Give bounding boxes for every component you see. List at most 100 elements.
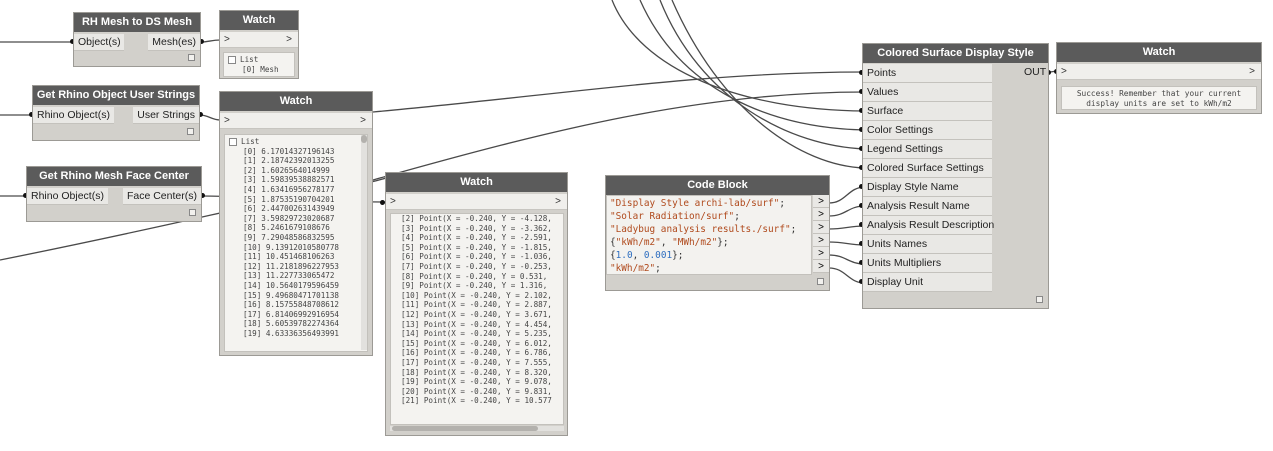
- output-arrow[interactable]: >: [286, 32, 292, 47]
- node-code-block[interactable]: Code Block "Display Style archi-lab/surf…: [605, 175, 830, 291]
- resize-handle[interactable]: [1036, 296, 1043, 303]
- node-get-rhino-object-user-strings[interactable]: Get Rhino Object User Strings Rhino Obje…: [32, 85, 200, 141]
- code-token: ;: [790, 224, 797, 235]
- resize-handle[interactable]: [188, 54, 195, 61]
- node-title[interactable]: Watch: [386, 173, 567, 192]
- code-token: ,: [632, 250, 644, 261]
- list-item: [14] 10.5640179596459: [243, 280, 340, 290]
- input-port-units-names[interactable]: Units Names: [863, 235, 992, 254]
- node-title[interactable]: RH Mesh to DS Mesh: [74, 13, 200, 32]
- output-port-user-strings[interactable]: User Strings: [133, 107, 199, 124]
- node-title[interactable]: Code Block: [606, 176, 829, 195]
- watch-output-panel: List [0] 6.17014327196143 [1] 2.187423920…: [224, 134, 368, 352]
- node-watch-face-centers[interactable]: Watch > > [2] Point(X = -0.240, Y = -4.1…: [385, 172, 568, 436]
- watch-port-bar: > >: [220, 113, 372, 129]
- node-title[interactable]: Watch: [220, 11, 298, 30]
- code-token: ,: [660, 237, 673, 248]
- list-item: [3] 1.59839538882571: [243, 175, 335, 185]
- node-title[interactable]: Colored Surface Display Style: [863, 44, 1048, 63]
- input-port-surface[interactable]: Surface: [863, 102, 992, 121]
- input-port-display-style-name[interactable]: Display Style Name: [863, 178, 992, 197]
- list-item: [15] Point(X = -0.240, Y = 6.012,: [401, 338, 552, 348]
- scrollbar-thumb[interactable]: [361, 135, 367, 143]
- input-port-analysis-result-description[interactable]: Analysis Result Description: [863, 216, 994, 235]
- output-port-meshes[interactable]: Mesh(es): [148, 34, 200, 51]
- output-port-face-centers[interactable]: Face Center(s): [122, 188, 201, 205]
- list-item: [19] 4.63336356493991: [243, 328, 340, 338]
- node-title[interactable]: Watch: [1057, 43, 1261, 62]
- code-line: {"kWh/m2", "MWh/m2"};: [607, 236, 811, 249]
- list-item: [1] 2.18742392013255: [243, 156, 335, 166]
- watch-output-panel: Success! Remember that your current disp…: [1061, 86, 1257, 110]
- code-output-port[interactable]: >: [813, 260, 829, 273]
- code-token: "Display Style archi-lab/surf": [610, 198, 780, 209]
- node-title[interactable]: Watch: [220, 92, 372, 111]
- list-item: [9] Point(X = -0.240, Y = 1.316,: [401, 281, 548, 291]
- resize-handle[interactable]: [817, 278, 824, 285]
- vertical-scrollbar[interactable]: [361, 135, 367, 350]
- list-item: [10] Point(X = -0.240, Y = 2.102,: [401, 290, 552, 300]
- input-arrow[interactable]: >: [1061, 64, 1067, 79]
- list-item: [2] Point(X = -0.240, Y = -4.128,: [401, 214, 552, 223]
- node-colored-surface-display-style[interactable]: Colored Surface Display Style Points Valu…: [862, 43, 1049, 309]
- input-port-values[interactable]: Values: [863, 83, 992, 102]
- input-port-units-multipliers[interactable]: Units Multipliers: [863, 254, 992, 273]
- list-item: [21] Point(X = -0.240, Y = 10.577: [401, 396, 552, 406]
- code-line: "Display Style archi-lab/surf";: [607, 197, 811, 210]
- code-output-port[interactable]: >: [813, 208, 829, 221]
- scrollbar-thumb[interactable]: [392, 426, 538, 431]
- list-item: [9] 7.29048586832595: [243, 232, 335, 242]
- code-token: "MWh/m2": [672, 237, 718, 248]
- input-arrow[interactable]: >: [390, 194, 396, 209]
- output-arrow[interactable]: >: [1249, 64, 1255, 79]
- input-port-legend-settings[interactable]: Legend Settings: [863, 140, 992, 159]
- node-watch-user-strings[interactable]: Watch > > List [0] 6.17014327196143 [1] 2…: [219, 91, 373, 356]
- output-port-out[interactable]: OUT: [1020, 64, 1048, 81]
- watch-output-panel: [2] Point(X = -0.240, Y = -4.128, [3] Poi…: [390, 213, 564, 425]
- resize-handle[interactable]: [187, 128, 194, 135]
- input-port-color-settings[interactable]: Color Settings: [863, 121, 992, 140]
- input-port-display-unit[interactable]: Display Unit: [863, 273, 992, 292]
- output-arrow[interactable]: >: [360, 113, 366, 128]
- list-item: [10] 9.13912010580778: [243, 242, 340, 252]
- input-port-objects[interactable]: Object(s): [74, 34, 124, 51]
- input-port-colored-surface-settings[interactable]: Colored Surface Settings: [863, 159, 992, 178]
- list-item: [18] Point(X = -0.240, Y = 8.320,: [401, 367, 552, 377]
- output-arrow[interactable]: >: [555, 194, 561, 209]
- input-arrow[interactable]: >: [224, 113, 230, 128]
- list-item: [14] Point(X = -0.240, Y = 5.235,: [401, 329, 552, 339]
- code-output-port[interactable]: >: [813, 221, 829, 234]
- code-token: "Ladybug analysis results./surf": [610, 224, 791, 235]
- list-item: [8] Point(X = -0.240, Y = 0.531,: [401, 271, 548, 281]
- input-port-rhino-objects[interactable]: Rhino Object(s): [33, 107, 114, 124]
- resize-handle[interactable]: [189, 209, 196, 216]
- node-title[interactable]: Get Rhino Object User Strings: [33, 86, 199, 105]
- node-title[interactable]: Get Rhino Mesh Face Center: [27, 167, 201, 186]
- node-watch-result[interactable]: Watch > > Success! Remember that your cu…: [1056, 42, 1262, 114]
- input-port-points[interactable]: Points: [863, 64, 992, 83]
- code-output-ports: > > > > > >: [813, 195, 829, 273]
- node-get-rhino-mesh-face-center[interactable]: Get Rhino Mesh Face Center Rhino Object(…: [26, 166, 202, 222]
- collapse-toggle[interactable]: [228, 56, 236, 64]
- collapse-toggle[interactable]: [229, 138, 237, 146]
- code-line: "Solar Radiation/surf";: [607, 210, 811, 223]
- input-port-rhino-objects[interactable]: Rhino Object(s): [27, 188, 108, 205]
- code-line: {1.0, 0.001};: [607, 249, 811, 262]
- list-item: [8] 5.2461679108676: [243, 223, 330, 233]
- code-line: "Ladybug analysis results./surf";: [607, 223, 811, 236]
- list-header: List: [240, 55, 259, 64]
- code-output-port[interactable]: >: [813, 247, 829, 260]
- code-output-port[interactable]: >: [813, 195, 829, 208]
- input-port-analysis-result-name[interactable]: Analysis Result Name: [863, 197, 992, 216]
- watch-port-bar: > >: [220, 32, 298, 48]
- horizontal-scrollbar[interactable]: [390, 426, 564, 431]
- wire-user-strings-to-watch2: [199, 114, 221, 121]
- list-item: [4] 1.63416956278177: [243, 184, 335, 194]
- list-item: [17] Point(X = -0.240, Y = 7.555,: [401, 357, 552, 367]
- wire-top-to-surface: [611, 0, 866, 112]
- code-editor[interactable]: "Display Style archi-lab/surf"; "Solar Ra…: [606, 195, 812, 275]
- node-rh-mesh-to-ds-mesh[interactable]: RH Mesh to DS Mesh Object(s) Mesh(es): [73, 12, 201, 67]
- input-arrow[interactable]: >: [224, 32, 230, 47]
- code-output-port[interactable]: >: [813, 234, 829, 247]
- node-watch-mesh[interactable]: Watch > > List [0] Mesh: [219, 10, 299, 79]
